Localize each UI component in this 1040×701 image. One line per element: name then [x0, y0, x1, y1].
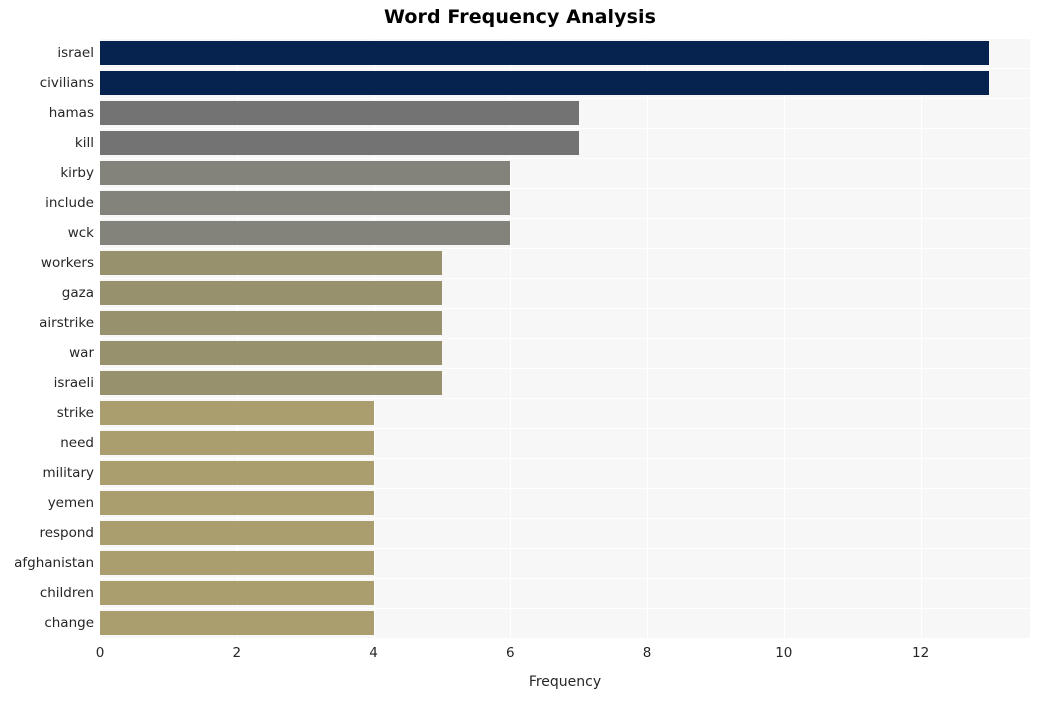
bar-row	[100, 218, 1030, 248]
bar-row	[100, 38, 1030, 68]
bar-yemen	[100, 491, 374, 515]
bar-change	[100, 611, 374, 635]
bar-afghanistan	[100, 551, 374, 575]
word-frequency-chart-figure: Word Frequency Analysis israel civilians h…	[0, 0, 1040, 701]
bar-row	[100, 578, 1030, 608]
x-tick-label-2: 2	[232, 645, 242, 661]
bar-gaza	[100, 281, 442, 305]
bar-israel	[100, 41, 989, 65]
y-tick-label-workers: workers	[40, 255, 94, 271]
y-tick-label-kill: kill	[74, 135, 94, 151]
bar-row	[100, 68, 1030, 98]
y-tick-label-israeli: israeli	[53, 375, 94, 391]
bar-row	[100, 398, 1030, 428]
y-tick-label-civilians: civilians	[39, 75, 94, 91]
bar-kirby	[100, 161, 511, 185]
y-tick-label-airstrike: airstrike	[39, 315, 94, 331]
y-tick-label-children: children	[39, 585, 94, 601]
bar-wck	[100, 221, 511, 245]
y-tick-label-military: military	[42, 465, 94, 481]
bar-row	[100, 608, 1030, 638]
bar-respond	[100, 521, 374, 545]
bar-row	[100, 158, 1030, 188]
chart-title: Word Frequency Analysis	[383, 6, 657, 28]
bar-row	[100, 548, 1030, 578]
bar-military	[100, 461, 374, 485]
bar-row	[100, 188, 1030, 218]
y-tick-label-include: include	[45, 195, 94, 211]
bar-row	[100, 458, 1030, 488]
bar-children	[100, 581, 374, 605]
bar-row	[100, 248, 1030, 278]
bar-workers	[100, 251, 442, 275]
bar-hamas	[100, 101, 579, 125]
bar-row	[100, 308, 1030, 338]
x-tick-label-8: 8	[642, 645, 652, 661]
bar-series	[100, 38, 1030, 638]
x-axis-title: Frequency	[528, 674, 602, 690]
y-tick-label-kirby: kirby	[60, 165, 94, 181]
y-tick-label-gaza: gaza	[61, 285, 94, 301]
y-tick-label-war: war	[69, 345, 94, 361]
bar-israeli	[100, 371, 442, 395]
y-axis-tick-labels: israel civilians hamas kill kirby include wck w…	[0, 38, 94, 638]
bar-row	[100, 488, 1030, 518]
horizontal-gridline	[100, 638, 1030, 639]
y-tick-label-yemen: yemen	[47, 495, 94, 511]
bar-airstrike	[100, 311, 442, 335]
x-tick-label-4: 4	[369, 645, 378, 661]
y-tick-label-afghanistan: afghanistan	[14, 555, 94, 571]
y-tick-label-wck: wck	[67, 225, 94, 241]
bar-row	[100, 338, 1030, 368]
x-axis-tick-labels: 0 2 4 6 8 10 12	[0, 645, 1040, 665]
bar-row	[100, 98, 1030, 128]
bar-civilians	[100, 71, 989, 95]
y-tick-label-strike: strike	[56, 405, 94, 421]
y-tick-label-respond: respond	[39, 525, 94, 541]
bar-include	[100, 191, 511, 215]
bar-row	[100, 518, 1030, 548]
y-tick-label-hamas: hamas	[48, 105, 94, 121]
y-tick-label-israel: israel	[57, 45, 94, 61]
y-tick-label-change: change	[44, 615, 94, 631]
x-tick-label-12: 12	[911, 645, 930, 661]
bar-row	[100, 428, 1030, 458]
bar-kill	[100, 131, 579, 155]
bar-row	[100, 368, 1030, 398]
bar-need	[100, 431, 374, 455]
bar-row	[100, 278, 1030, 308]
bar-war	[100, 341, 442, 365]
y-tick-label-need: need	[60, 435, 94, 451]
x-tick-label-10: 10	[775, 645, 793, 661]
plot-area	[100, 38, 1030, 639]
bar-strike	[100, 401, 374, 425]
x-tick-label-6: 6	[505, 645, 515, 661]
x-tick-label-0: 0	[95, 645, 105, 661]
bar-row	[100, 128, 1030, 158]
